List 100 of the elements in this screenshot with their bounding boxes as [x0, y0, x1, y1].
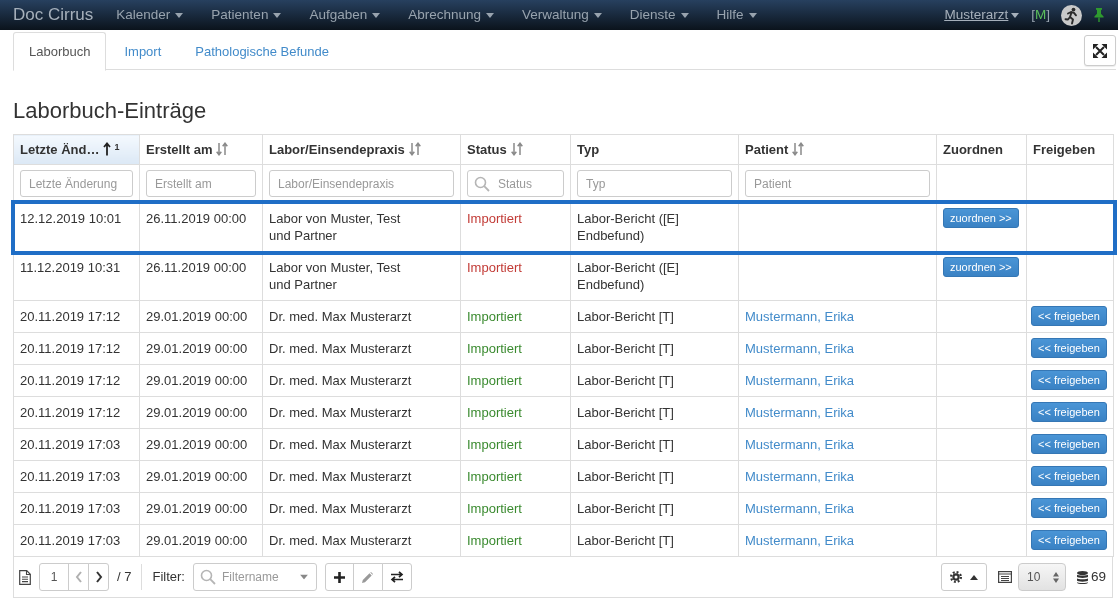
status-cell: Importiert: [460, 332, 571, 365]
running-figure-icon[interactable]: [1061, 4, 1082, 26]
page-input[interactable]: 1: [39, 563, 69, 591]
table-cell: 29.01.2019 00:00: [139, 524, 263, 557]
table-cell: 20.11.2019 17:03: [13, 428, 140, 461]
brand-logo[interactable]: Doc Cirrus: [13, 2, 94, 28]
column-header[interactable]: Erstellt am: [139, 134, 263, 165]
column-header: Freigeben: [1026, 134, 1114, 165]
table-cell: Dr. med. Max Musterarzt: [262, 396, 461, 429]
status-cell: Importiert: [460, 364, 571, 397]
pin-icon[interactable]: [1094, 8, 1104, 22]
column-header: Typ: [570, 134, 739, 165]
table-cell: Dr. med. Max Musterarzt: [262, 364, 461, 397]
menu-item[interactable]: Abrechnung: [408, 4, 494, 26]
table-cell: Labor-Bericht [T]: [570, 428, 739, 461]
table-cell: Labor-Bericht [T]: [570, 492, 739, 525]
status-cell: Importiert: [460, 396, 571, 429]
assign-button[interactable]: zuordnen >>: [943, 257, 1019, 277]
filter-field[interactable]: Letzte Änderung: [20, 170, 133, 197]
caret-icon: [593, 12, 602, 18]
page-size-select[interactable]: 10: [1017, 563, 1066, 591]
release-button[interactable]: << freigeben: [1031, 306, 1107, 326]
table-cell: 29.01.2019 00:00: [139, 428, 263, 461]
release-button[interactable]: << freigeben: [1031, 530, 1107, 550]
next-button[interactable]: [88, 563, 109, 591]
search-icon: [199, 569, 216, 585]
sort-rank: 1: [114, 141, 120, 152]
column-header: Zuordnen: [936, 134, 1027, 165]
caret-up-icon: [969, 574, 978, 580]
table-cell: 29.01.2019 00:00: [139, 300, 263, 333]
menu-item[interactable]: Aufgaben: [309, 4, 381, 26]
filter-field[interactable]: Labor/Einsendepraxis: [269, 170, 454, 197]
release-button[interactable]: << freigeben: [1031, 338, 1107, 358]
assign-button[interactable]: zuordnen >>: [943, 208, 1019, 228]
settings-button[interactable]: [940, 563, 987, 591]
release-button[interactable]: << freigeben: [1031, 498, 1107, 518]
caret-icon: [486, 12, 494, 18]
fullscreen-button[interactable]: [1084, 35, 1116, 66]
settings-icon: [949, 571, 962, 583]
filter-field[interactable]: Erstellt am: [146, 170, 256, 197]
table-cell: Dr. med. Max Musterarzt: [262, 332, 461, 365]
tab[interactable]: Laborbuch: [13, 32, 107, 71]
table-cell: Labor-Bericht [T]: [570, 524, 739, 557]
table-cell: Labor-Bericht [T]: [570, 300, 739, 333]
chevron-right-icon: [94, 571, 103, 583]
page-title: Laborbuch-Einträge: [13, 98, 208, 124]
menu-item[interactable]: Verwaltung: [522, 4, 602, 26]
swap-arrows-icon: [389, 571, 404, 583]
table-cell: 29.01.2019 00:00: [139, 332, 263, 365]
filter-select[interactable]: Filtername: [192, 563, 317, 591]
table-cell: 29.01.2019 00:00: [139, 492, 263, 525]
menu-item[interactable]: Hilfe: [716, 4, 757, 26]
table-cell: Labor-Bericht [T]: [570, 396, 739, 429]
menu-item[interactable]: Dienste: [629, 4, 689, 26]
column-header[interactable]: Status: [460, 134, 571, 165]
table-cell: Labor-Bericht [T]: [570, 460, 739, 493]
release-button[interactable]: << freigeben: [1031, 370, 1107, 390]
caret-icon: [175, 12, 184, 18]
caret-icon: [748, 12, 757, 18]
page-total: / 7: [117, 568, 132, 587]
caret-icon: [1011, 12, 1020, 18]
spinner-arrows-icon: [1052, 571, 1059, 583]
filter-field[interactable]: Typ: [577, 170, 732, 197]
tab[interactable]: Import: [108, 32, 178, 71]
table-cell: 20.11.2019 17:03: [13, 492, 140, 525]
menu-item[interactable]: Patienten: [211, 4, 282, 26]
table-cell: 20.11.2019 17:12: [13, 332, 140, 365]
expand-icon: [1093, 43, 1107, 58]
caret-icon: [299, 574, 308, 580]
caret-icon: [680, 12, 689, 18]
status-cell: Importiert: [460, 492, 571, 525]
table-cell: 20.11.2019 17:03: [13, 524, 140, 557]
status-cell: Importiert: [460, 300, 571, 333]
filter-field[interactable]: Patient: [745, 170, 930, 197]
release-button[interactable]: << freigeben: [1031, 402, 1107, 422]
record-count: 69: [1090, 567, 1106, 586]
pencil-icon: [362, 571, 374, 583]
database-icon: [1076, 570, 1088, 584]
user-menu[interactable]: Musterarzt: [944, 4, 1020, 26]
release-button[interactable]: << freigeben: [1031, 466, 1107, 486]
chevron-left-icon: [74, 571, 83, 583]
status-cell: Importiert: [460, 524, 571, 557]
document-icon: [19, 569, 31, 585]
menu-item[interactable]: Kalender: [116, 4, 184, 26]
table-cell: Labor-Bericht [T]: [570, 332, 739, 365]
plus-icon: [333, 571, 345, 583]
table-cell: Labor-Bericht [T]: [570, 364, 739, 397]
search-field[interactable]: Status: [467, 170, 564, 197]
tab[interactable]: Pathologische Befunde: [179, 32, 345, 71]
caret-icon: [372, 12, 381, 18]
swap-filter-button[interactable]: [381, 563, 412, 591]
release-button[interactable]: << freigeben: [1031, 434, 1107, 454]
list-view-icon: [997, 571, 1012, 583]
column-header[interactable]: Patient: [738, 134, 937, 165]
column-header[interactable]: Labor/Einsendepraxis: [262, 134, 461, 165]
table-cell: Dr. med. Max Musterarzt: [262, 524, 461, 557]
table-cell: 29.01.2019 00:00: [139, 460, 263, 493]
status-cell: Importiert: [460, 428, 571, 461]
filter-label: Filter:: [152, 568, 185, 587]
add-filter-button[interactable]: [324, 563, 354, 591]
